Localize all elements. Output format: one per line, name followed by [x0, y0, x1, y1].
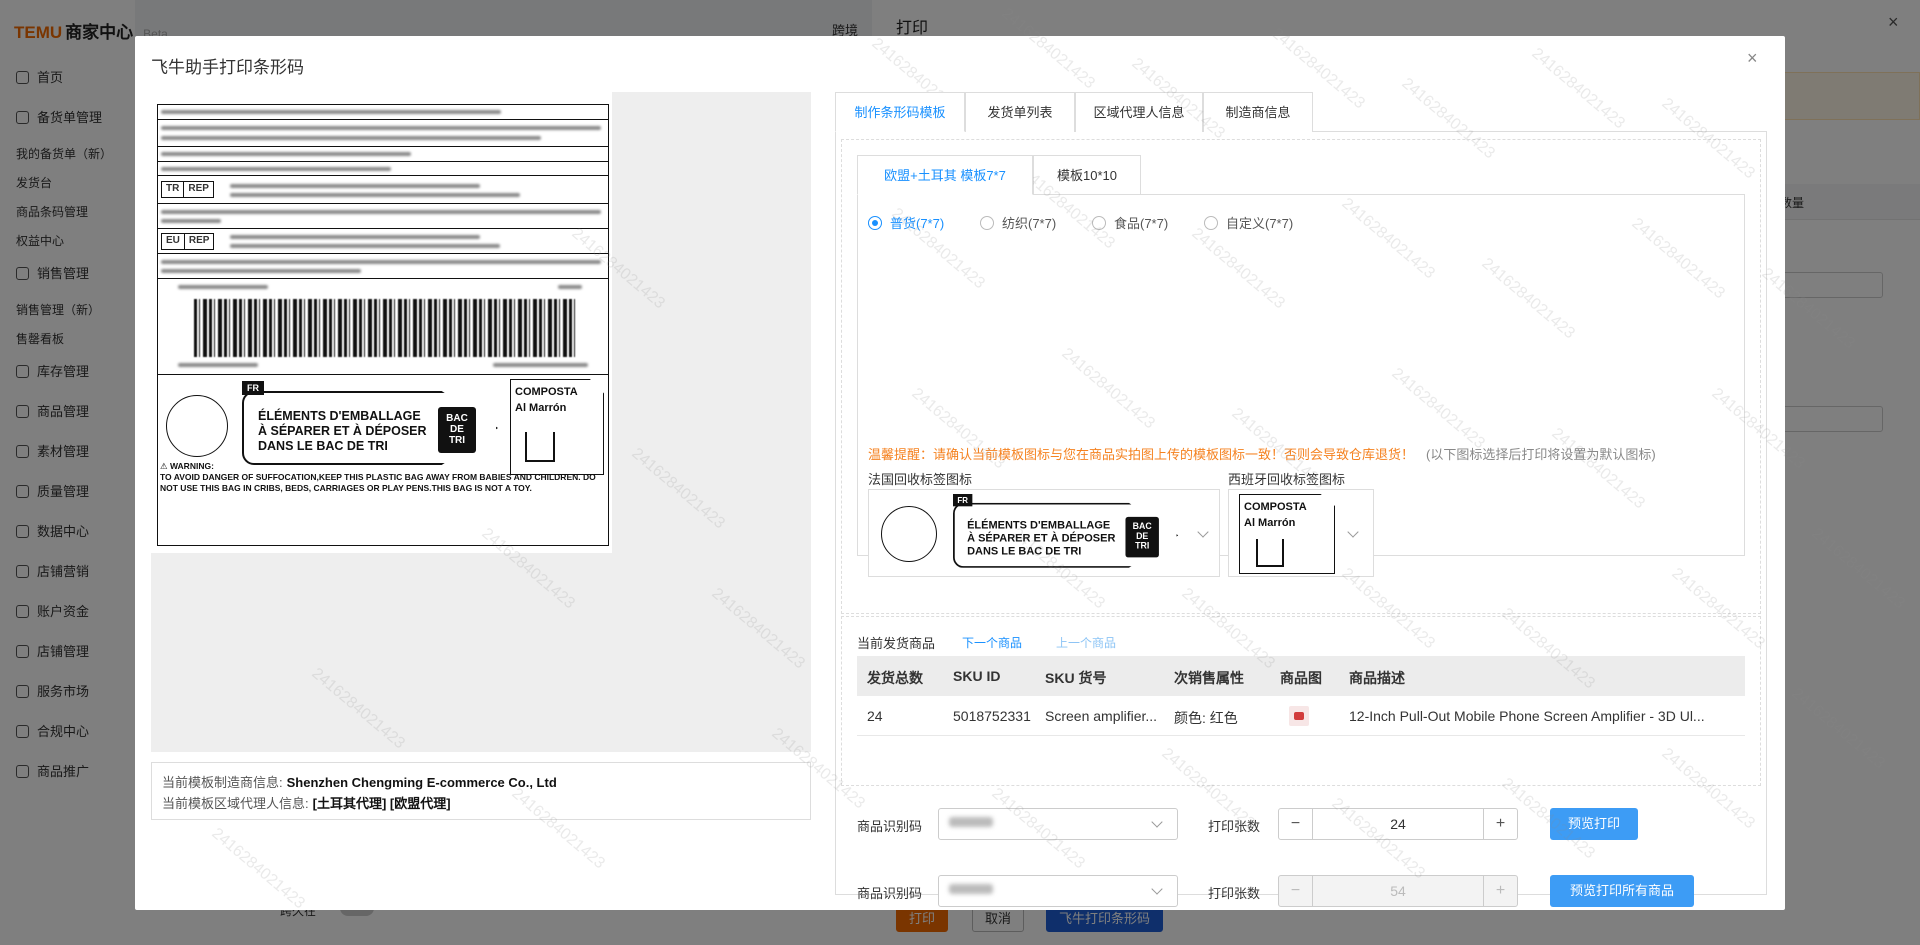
main-tabs: 制作条形码模板 发货单列表 区域代理人信息 制造商信息 [835, 92, 1767, 132]
print-count-input[interactable]: 24 [1313, 809, 1483, 839]
label-address-row [158, 120, 608, 147]
warning-tip: 温馨提醒：请确认当前模板图标与您在商品实拍图上传的模板图标一致！否则会导致仓库退… [868, 447, 1656, 462]
barcode-label: TR REP EU REP FR ÉLÉMENTS D'EMBALLAGE À SÉ [157, 104, 609, 546]
triman-recycle-icon [881, 506, 937, 562]
tab-10x10[interactable]: 模板10*10 [1033, 155, 1141, 195]
tab-shipment-list[interactable]: 发货单列表 [965, 92, 1075, 132]
es-icon-label: 西班牙回收标签图标 [1228, 472, 1346, 487]
fr-recycling-mark: FR ÉLÉMENTS D'EMBALLAGE À SÉPARER ET À DÉ… [242, 381, 498, 471]
fr-icon-label: 法国回收标签图标 [868, 472, 973, 487]
tr-rep-mark: TR REP [161, 181, 214, 198]
cell-attr: 颜色: 红色 [1174, 710, 1238, 726]
cell-total: 24 [867, 708, 883, 724]
product-code-select[interactable] [938, 875, 1178, 907]
fr-icon-select[interactable]: FR ÉLÉMENTS D'EMBALLAGE À SÉPARER ET À DÉ… [868, 489, 1220, 577]
es-icon-select[interactable]: COMPOSTA Al Marrón [1228, 489, 1374, 577]
label-phone-row [158, 162, 608, 176]
chevron-down-icon [1197, 526, 1209, 538]
code-label: 商品识别码 [857, 819, 923, 834]
tab-agent-info[interactable]: 区域代理人信息 [1075, 92, 1203, 132]
cell-sku-id: 5018752331 [953, 708, 1031, 724]
cell-desc: 12-Inch Pull-Out Mobile Phone Screen Amp… [1349, 708, 1705, 724]
es-composta-mark: COMPOSTA Al Marrón [1239, 494, 1335, 574]
chevron-down-icon [1151, 883, 1163, 895]
print-count-input: 54 [1390, 883, 1406, 899]
tab-make-template[interactable]: 制作条形码模板 [835, 92, 965, 132]
preview-print-all-button[interactable]: 预览打印所有商品 [1550, 875, 1694, 907]
manufacturer-info: 当前模板制造商信息: Shenzhen Chengming E-commerce … [162, 775, 557, 790]
product-code-select[interactable] [938, 808, 1178, 840]
label-manufacturer-row [158, 105, 608, 120]
label-eu-address-row [158, 254, 608, 279]
print-count-stepper[interactable]: − 24 + [1278, 808, 1518, 840]
tab-manufacturer-info[interactable]: 制造商信息 [1203, 92, 1313, 132]
label-tr-rep-row: TR REP [158, 176, 608, 204]
eu-rep-mark: EU REP [161, 233, 215, 250]
col-total: 发货总数 [867, 670, 923, 686]
col-desc: 商品描述 [1349, 670, 1405, 686]
label-barcode-row [158, 279, 608, 375]
product-thumbnail [1289, 706, 1309, 726]
barcode-print-modal: 飞牛助手打印条形码 × TR REP EU REP FR ÉLÉMENTS D'… [135, 36, 1785, 910]
label-recycle-section: FR ÉLÉMENTS D'EMBALLAGE À SÉPARER ET À DÉ… [158, 375, 608, 545]
radio-food[interactable]: 食品(7*7) [1092, 213, 1168, 232]
col-sku-id: SKU ID [953, 668, 1001, 684]
current-goods-label: 当前发货商品 [857, 636, 936, 651]
preview-print-button[interactable]: 预览打印 [1550, 808, 1638, 840]
increment-button[interactable]: + [1483, 809, 1517, 839]
chevron-down-icon [1151, 816, 1163, 828]
label-tr-address-row [158, 204, 608, 229]
decrement-button[interactable]: − [1279, 809, 1313, 839]
decrement-button: − [1279, 876, 1313, 906]
radio-textile[interactable]: 纺织(7*7) [980, 213, 1056, 232]
triman-recycle-icon [166, 395, 228, 457]
code-label: 商品识别码 [857, 886, 923, 901]
fr-recycling-mark: FR ÉLÉMENTS D'EMBALLAGE À SÉPARER ET À DÉ… [953, 494, 1179, 573]
next-goods-link[interactable]: 下一个商品 [962, 634, 1022, 651]
template-info-box: 当前模板制造商信息: Shenzhen Chengming E-commerce … [151, 762, 811, 820]
chevron-down-icon [1347, 526, 1359, 538]
bin-icon: BAC DE TRI [438, 407, 476, 453]
count-label: 打印张数 [1208, 819, 1261, 834]
prev-goods-link[interactable]: 上一个商品 [1056, 634, 1116, 651]
count-label: 打印张数 [1208, 886, 1261, 901]
table-row[interactable]: 24 5018752331 Screen amplifier... 颜色: 红色… [857, 696, 1745, 736]
radio-general-goods[interactable]: 普货(7*7) [868, 213, 944, 232]
cell-sku-no: Screen amplifier... [1045, 708, 1158, 724]
col-attr: 次销售属性 [1174, 670, 1244, 686]
close-icon[interactable]: × [1747, 48, 1758, 69]
radio-custom[interactable]: 自定义(7*7) [1204, 213, 1293, 232]
col-image: 商品图 [1280, 670, 1322, 686]
modal-title: 飞牛助手打印条形码 [151, 58, 304, 77]
label-email-row [158, 147, 608, 162]
barcode-image [194, 299, 576, 357]
label-eu-rep-row: EU REP [158, 229, 608, 254]
increment-button: + [1483, 876, 1517, 906]
warning-text: ⚠ WARNING: TO AVOID DANGER OF SUFFOCATIO… [160, 461, 608, 494]
col-sku-no: SKU 货号 [1045, 670, 1107, 686]
warning-icon: ⚠ WARNING: [160, 461, 214, 471]
print-count-stepper: − 54 + [1278, 875, 1518, 907]
agent-info: 当前模板区域代理人信息: [土耳其代理] [欧盟代理] [162, 796, 451, 811]
table-header: 发货总数 SKU ID SKU 货号 次销售属性 商品图 商品描述 [857, 656, 1745, 696]
template-size-tabs: 欧盟+土耳其 模板7*7 模板10*10 [857, 155, 1745, 195]
bin-icon: BAC DE TRI [1125, 516, 1159, 558]
tab-eu-tr-7x7[interactable]: 欧盟+土耳其 模板7*7 [857, 155, 1033, 195]
